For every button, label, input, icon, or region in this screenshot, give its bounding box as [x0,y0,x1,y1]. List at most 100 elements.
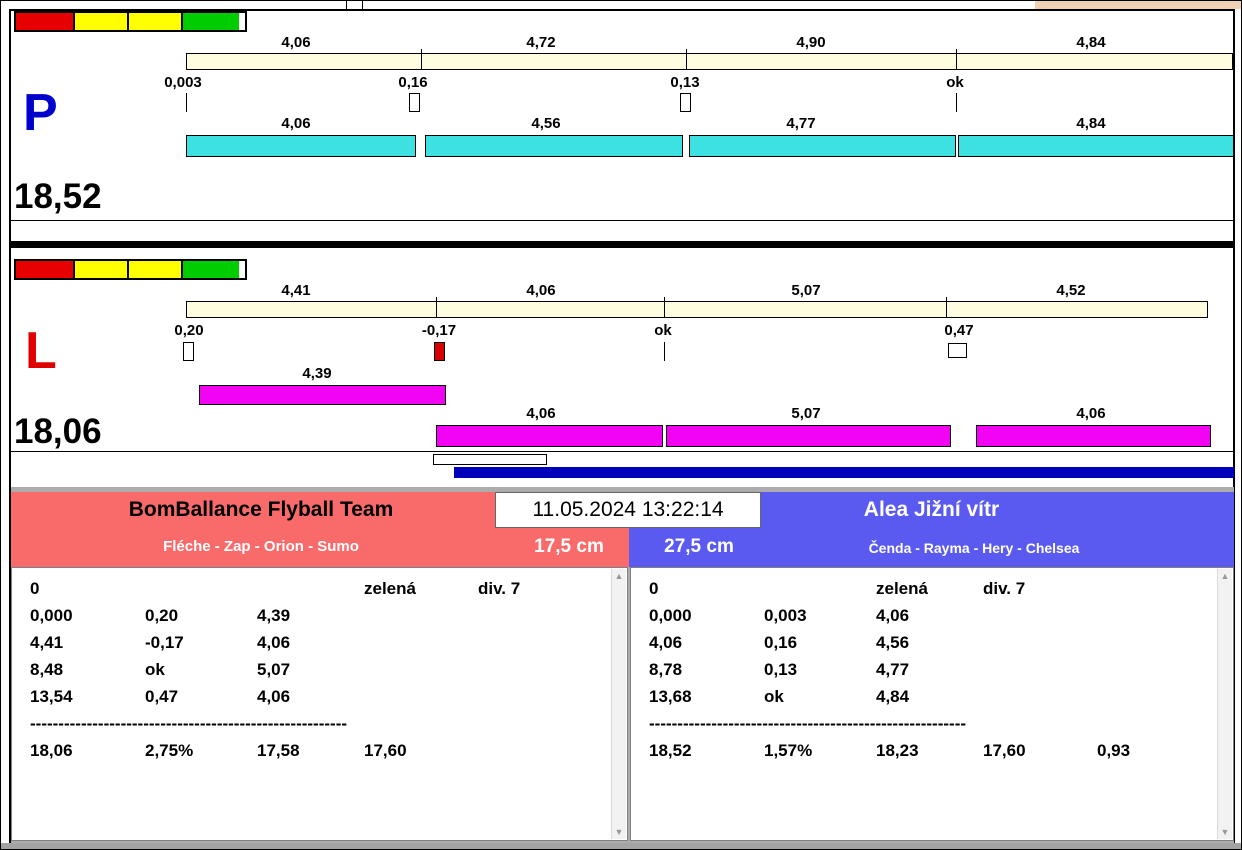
crossing-time: 0,16 [383,74,443,91]
split-time: 5,07 [766,282,846,299]
result-cell: 0 [30,579,39,599]
team-left-jump-height: 17,5 cm [509,536,629,558]
split-time: 4,41 [256,282,336,299]
result-cell: 18,06 [30,741,73,761]
team-right-dogs: Čenda - Rayma - Hery - Chelsea [829,540,1119,556]
result-cell: 18,52 [649,741,692,761]
traffic-yellow-segment [129,13,183,30]
team-right-results-box[interactable]: 0 zelená div. 7 0,000 0,003 4,06 4,06 0,… [630,567,1234,841]
result-cell: 8,78 [649,660,682,680]
result-cell: 0,20 [145,606,178,626]
crossing-time: ok [633,322,693,339]
result-cell: 1,57% [764,741,812,761]
window-edge-line [362,1,363,9]
team-right-jump-height: 27,5 cm [639,536,759,558]
traffic-light-p [14,11,247,32]
scrollbar[interactable]: ▲ ▼ [1217,569,1232,839]
timeline-bar [454,467,1234,478]
traffic-yellow-segment [75,261,129,278]
crossing-marker [186,93,187,112]
crossing-marker-fault [434,342,445,361]
dog-time: 4,06 [256,115,336,132]
result-cell: zelená [876,579,928,599]
dog-time-bar [958,135,1234,157]
lane-p-label: P [23,87,58,139]
scroll-up-icon[interactable]: ▲ [1218,571,1232,581]
split-tick [421,49,422,70]
result-cell: 0,13 [764,660,797,680]
split-time: 4,84 [1051,34,1131,51]
dog-time-bar [436,425,663,447]
result-cell: 4,41 [30,633,63,653]
scroll-down-icon[interactable]: ▼ [612,827,626,837]
result-cell: ok [764,687,784,707]
traffic-light-l [14,259,247,280]
result-cell: 4,39 [257,606,290,626]
lane-p-split-track [186,53,1233,70]
crossing-marker [664,342,665,361]
result-cell: 0,93 [1097,741,1130,761]
team-left-results-box[interactable]: 0 zelená div. 7 0,000 0,20 4,39 4,41 -0,… [11,567,628,841]
dog-time-bar [689,135,956,157]
lane-l-split-track [186,301,1208,318]
traffic-green-segment [183,261,239,278]
split-tick [946,297,947,318]
result-cell: 17,60 [983,741,1026,761]
crossing-time: 0,13 [655,74,715,91]
crossing-marker [680,93,691,112]
result-cell: 4,06 [257,687,290,707]
dog-time: 4,06 [501,405,581,422]
result-separator-row: ----------------------------------------… [631,714,1215,741]
split-time: 4,52 [1031,282,1111,299]
team-left-dogs: Fléche - Zap - Orion - Sumo [11,538,511,555]
result-row: 13,68 ok 4,84 [631,687,1215,714]
h-scrollbar-thumb[interactable] [433,454,547,465]
result-cell: 0,16 [764,633,797,653]
traffic-yellow-segment [75,13,129,30]
result-cell: 17,60 [364,741,407,761]
result-cell: 17,58 [257,741,300,761]
window-edge-line [346,1,347,9]
traffic-red-segment [16,13,75,30]
dog-time-bar [666,425,951,447]
separator-line: ----------------------------------------… [30,714,347,734]
crossing-marker [948,343,967,358]
result-cell: -0,17 [145,633,184,653]
result-cell: 4,06 [257,633,290,653]
team-left-name: BomBallance Flyball Team [11,497,511,522]
crossing-time: ok [925,74,985,91]
dog-time-bar [425,135,683,157]
result-separator-row: ----------------------------------------… [12,714,609,741]
split-tick [686,49,687,70]
result-cell: 18,23 [876,741,919,761]
crossing-marker [409,93,420,112]
result-cell: 0,47 [145,687,178,707]
result-row: 13,54 0,47 4,06 [12,687,609,714]
split-time: 4,06 [256,34,336,51]
dog-time-bar [976,425,1211,447]
result-cell: 0,003 [764,606,807,626]
crossing-marker [183,342,194,361]
lane-l-underline [11,451,1234,452]
scrollbar[interactable]: ▲ ▼ [611,569,626,839]
separator-line: ----------------------------------------… [649,714,966,734]
dog-time: 4,56 [506,115,586,132]
dog-time: 4,39 [277,365,357,382]
result-row: 4,06 0,16 4,56 [631,633,1215,660]
result-cell: ok [145,660,165,680]
result-row: 4,41 -0,17 4,06 [12,633,609,660]
scroll-down-icon[interactable]: ▼ [1218,827,1232,837]
result-row: 0 zelená div. 7 [631,579,1215,606]
split-time: 4,90 [771,34,851,51]
dog-time-bar [186,135,416,157]
lane-p-total-time: 18,52 [14,179,102,214]
traffic-green-segment [183,13,239,30]
crossing-time: 0,003 [153,74,213,91]
lane-divider [11,241,1234,248]
result-cell: 0,000 [30,606,73,626]
result-cell: 8,48 [30,660,63,680]
dog-time: 4,06 [1051,405,1131,422]
result-row: 8,78 0,13 4,77 [631,660,1215,687]
result-cell: 4,06 [649,633,682,653]
scroll-up-icon[interactable]: ▲ [612,571,626,581]
